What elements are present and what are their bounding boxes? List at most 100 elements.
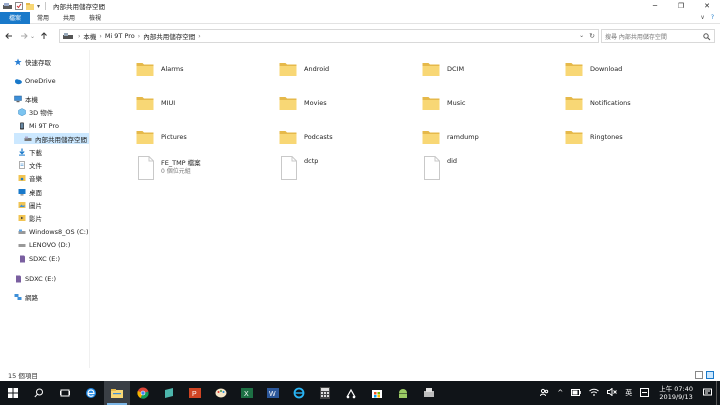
file-name: Pictures bbox=[161, 133, 187, 141]
sidebar-item-desktop[interactable]: 桌面 bbox=[18, 186, 42, 197]
calculator-icon[interactable] bbox=[312, 381, 338, 405]
tab-share[interactable]: 共用 bbox=[56, 12, 82, 24]
store-icon[interactable] bbox=[364, 381, 390, 405]
address-dropdown-icon[interactable]: ⌄ bbox=[579, 32, 584, 40]
edge-icon[interactable] bbox=[78, 381, 104, 405]
ime-indicator[interactable]: 英 bbox=[625, 388, 632, 398]
chevron-up-icon[interactable]: ^ bbox=[557, 389, 563, 397]
ime-mode-icon[interactable] bbox=[640, 387, 650, 399]
people-icon[interactable] bbox=[540, 388, 549, 399]
folder-item[interactable]: DCIM bbox=[422, 56, 552, 86]
folder-item[interactable]: ramdump bbox=[422, 124, 552, 154]
new-folder-icon[interactable] bbox=[26, 2, 34, 10]
breadcrumb-chevron-icon[interactable]: › bbox=[198, 33, 200, 40]
refresh-icon[interactable]: ↻ bbox=[589, 32, 595, 40]
folder-item[interactable]: Alarms bbox=[136, 56, 266, 86]
sidebar-item-drive-c[interactable]: Windows8_OS (C:) bbox=[18, 226, 89, 237]
file-item[interactable]: dctp bbox=[279, 156, 409, 186]
recent-locations-button[interactable]: ⌄ bbox=[29, 29, 36, 43]
volume-muted-icon[interactable] bbox=[607, 387, 618, 398]
sidebar-item-videos[interactable]: 影片 bbox=[18, 212, 42, 223]
breadcrumb-chevron-icon[interactable]: › bbox=[78, 33, 80, 40]
snipping-icon[interactable] bbox=[338, 381, 364, 405]
sidebar-item-pictures[interactable]: 圖片 bbox=[18, 199, 42, 210]
ie-icon[interactable] bbox=[286, 381, 312, 405]
file-item[interactable]: did bbox=[422, 156, 552, 186]
file-list: Alarms Android DCIM Download MIUI Movies Music… bbox=[92, 46, 720, 368]
cloud-icon bbox=[15, 78, 22, 84]
sidebar-item-3d-objects[interactable]: 3D 物件 bbox=[18, 106, 53, 117]
task-view-icon[interactable] bbox=[52, 381, 78, 405]
chevron-down-icon[interactable]: ▾ bbox=[37, 3, 40, 10]
show-desktop-button[interactable] bbox=[716, 381, 720, 405]
minimize-button[interactable]: ─ bbox=[642, 0, 668, 12]
ribbon-tabs: 檔案 常用 共用 檢視 ∨ ? bbox=[0, 11, 720, 24]
folder-item[interactable]: Notifications bbox=[565, 90, 695, 120]
sidebar-item-this-pc[interactable]: 本機 bbox=[14, 93, 38, 104]
notification-icon[interactable] bbox=[703, 388, 712, 399]
properties-icon[interactable] bbox=[15, 2, 23, 10]
folder-item[interactable]: Podcasts bbox=[279, 124, 409, 154]
sidebar-item-downloads[interactable]: 下載 bbox=[18, 146, 42, 157]
tab-home[interactable]: 常用 bbox=[30, 12, 56, 24]
app2-icon[interactable] bbox=[416, 381, 442, 405]
address-bar[interactable]: › 本機 › Mi 9T Pro › 內部共用儲存空間 › ⌄ ↻ bbox=[59, 29, 599, 43]
powerpoint-icon[interactable]: P bbox=[182, 381, 208, 405]
folder-item[interactable]: Movies bbox=[279, 90, 409, 120]
battery-icon[interactable] bbox=[571, 388, 581, 398]
item-count: 15 個項目 bbox=[8, 372, 38, 380]
sidebar-item-music[interactable]: 音樂 bbox=[18, 172, 42, 183]
chevron-down-icon: ⌄ bbox=[29, 32, 36, 40]
breadcrumb-chevron-icon[interactable]: › bbox=[138, 33, 140, 40]
folder-item[interactable]: Download bbox=[565, 56, 695, 86]
sidebar-item-quick-access[interactable]: 快速存取 bbox=[14, 56, 51, 67]
windows-start-icon[interactable] bbox=[0, 381, 26, 405]
network-tray-icon[interactable] bbox=[589, 388, 600, 398]
file-item[interactable]: FE_TMP 檔案 0 個位元組 bbox=[136, 156, 266, 186]
help-button[interactable]: ? bbox=[711, 14, 714, 21]
search-placeholder: 搜尋 內部共用儲存空間 bbox=[605, 33, 667, 41]
title-bar[interactable]: ▾ 內部共用儲存空間 ─ ❐ ✕ bbox=[0, 0, 720, 12]
back-button[interactable] bbox=[3, 29, 14, 43]
tab-file[interactable]: 檔案 bbox=[0, 11, 31, 24]
up-button[interactable] bbox=[38, 29, 49, 43]
folder-item[interactable]: Android bbox=[279, 56, 409, 86]
folder-item[interactable]: Pictures bbox=[136, 124, 266, 154]
sidebar-item-sdxc-e[interactable]: SDXC (E:) bbox=[18, 253, 60, 264]
folder-item[interactable]: MIUI bbox=[136, 90, 266, 120]
sidebar-item-mi-9t-pro[interactable]: Mi 9T Pro bbox=[18, 120, 59, 131]
tiles-view-icon[interactable] bbox=[706, 371, 714, 379]
folder-item[interactable]: Music bbox=[422, 90, 552, 120]
quick-access-toolbar-icon[interactable] bbox=[3, 2, 12, 10]
word-icon[interactable]: W bbox=[260, 381, 286, 405]
breadcrumb-this-pc[interactable]: 本機 bbox=[83, 31, 96, 41]
breadcrumb-chevron-icon[interactable]: › bbox=[99, 33, 101, 40]
excel-icon[interactable]: X bbox=[234, 381, 260, 405]
file-name: dctp bbox=[304, 157, 319, 165]
details-view-icon[interactable] bbox=[695, 371, 703, 379]
file-explorer-icon[interactable] bbox=[104, 381, 130, 405]
sidebar-item-network[interactable]: 網路 bbox=[14, 291, 38, 302]
sidebar-item-onedrive[interactable]: OneDrive bbox=[14, 75, 56, 86]
chrome-icon[interactable] bbox=[130, 381, 156, 405]
app-icon[interactable] bbox=[156, 381, 182, 405]
sidebar-item-drive-d[interactable]: LENOVO (D:) bbox=[18, 239, 70, 250]
android-icon[interactable] bbox=[390, 381, 416, 405]
maximize-button[interactable]: ❐ bbox=[668, 0, 694, 12]
sidebar-item-documents[interactable]: 文件 bbox=[18, 159, 42, 170]
breadcrumb-storage[interactable]: 內部共用儲存空間 bbox=[143, 31, 195, 41]
search-icon[interactable] bbox=[26, 381, 52, 405]
breadcrumb-device[interactable]: Mi 9T Pro bbox=[105, 32, 135, 40]
close-button[interactable]: ✕ bbox=[694, 0, 720, 12]
folder-item[interactable]: Ringtones bbox=[565, 124, 695, 154]
sidebar-item-internal-storage[interactable]: 內部共用儲存空間 bbox=[14, 133, 89, 144]
folder-icon bbox=[422, 131, 440, 144]
search-box[interactable]: 搜尋 內部共用儲存空間 bbox=[601, 29, 715, 43]
clock[interactable]: 上午 07:40 2019/9/13 bbox=[659, 385, 693, 401]
paint-icon[interactable] bbox=[208, 381, 234, 405]
folder-icon bbox=[565, 131, 583, 144]
tab-view[interactable]: 檢視 bbox=[82, 12, 108, 24]
sidebar-item-sdxc-e-root[interactable]: SDXC (E:) bbox=[14, 273, 56, 284]
ribbon-collapse-button[interactable]: ∨ bbox=[700, 14, 704, 21]
forward-button[interactable] bbox=[18, 29, 29, 43]
